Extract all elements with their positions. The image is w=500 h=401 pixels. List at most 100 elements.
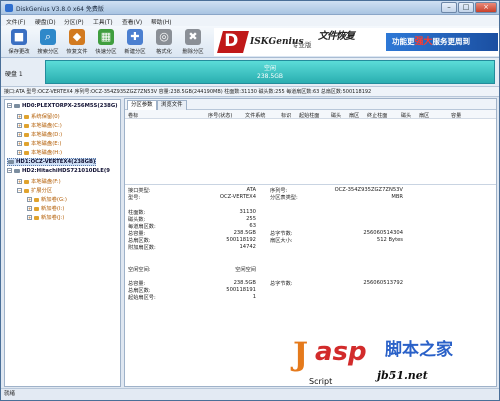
expand-toggle-icon[interactable]: + [17, 141, 22, 146]
app-icon [5, 4, 13, 12]
serial-label: 序列号: [270, 188, 288, 194]
expand-toggle-icon[interactable]: + [17, 132, 22, 137]
sectors-per-track-label: 每道扇区数: [128, 224, 156, 230]
expand-toggle-icon[interactable]: + [27, 206, 32, 211]
collapse-toggle-icon[interactable]: − [7, 168, 12, 173]
partition-icon [24, 150, 29, 155]
col-id[interactable]: 标识 [281, 112, 291, 119]
tree-partition[interactable]: + 新加卷(I:) [27, 204, 64, 212]
col-file-system[interactable]: 文件系统 [245, 112, 265, 119]
disk-icon [8, 159, 14, 164]
menu-view[interactable]: 查看(V) [122, 17, 142, 26]
partition-icon [24, 179, 29, 184]
free-capacity-label: 总容量: [128, 281, 146, 287]
disk-map: 硬盘 1 空闲 238.5GB [1, 58, 499, 87]
tree-partition[interactable]: + 系统保留(0) [17, 112, 60, 120]
close-button[interactable]: × [475, 2, 497, 13]
total-sectors-value: 500118192 [226, 237, 256, 243]
tab-bar: 分区参数 浏览文件 [125, 99, 496, 110]
extra-sectors-label: 附加扇区数: [128, 245, 156, 251]
expand-toggle-icon[interactable]: + [27, 215, 32, 220]
watermark-j: J [293, 335, 309, 373]
table-type-label: 分区表类型: [270, 195, 298, 201]
tree-partition[interactable]: + 本地磁盘(E:) [17, 139, 61, 147]
tree-partition[interactable]: + 本地磁盘(F:) [17, 177, 61, 185]
format-button[interactable]: ◎ 格式化 [150, 28, 178, 56]
extra-sectors-value: 14742 [239, 244, 256, 250]
tree-disk-hd0[interactable]: − HD0:PLEXTORPX-256M5S(238G) [7, 103, 118, 109]
tree-disk-hd2[interactable]: − HD2:HitachiHDS721010DLE(9 [7, 168, 110, 174]
menu-partition[interactable]: 分区(P) [64, 17, 84, 26]
tree-disk-hd1[interactable]: HD1:OCZ-VERTEX4(238GB) [7, 158, 97, 166]
col-start-head[interactable]: 磁头 [331, 112, 341, 119]
quick-partition-button[interactable]: ▦ 快速分区 [92, 28, 120, 56]
free-space-block[interactable]: 空闲 238.5GB [45, 60, 495, 84]
delete-partition-button[interactable]: ✖ 删除分区 [179, 28, 207, 56]
heads-label: 磁头数: [128, 217, 146, 223]
new-partition-button[interactable]: ✚ 新建分区 [121, 28, 149, 56]
promo-banner[interactable]: D ISKGenius 专业版 文件恢复 功能更强大服务更周到 [214, 28, 499, 56]
edition-label: 专业版 [292, 41, 312, 49]
maximize-button[interactable]: □ [458, 2, 474, 13]
table-type-value: MBR [391, 194, 403, 200]
col-end-cylinder[interactable]: 终止柱面 [367, 112, 387, 119]
col-index-status[interactable]: 序号(状态) [208, 112, 232, 119]
collapse-toggle-icon[interactable]: − [17, 188, 22, 193]
serial-value: OCZ-354Z935ZGZ7ZN53V [334, 187, 403, 193]
delete-partition-label: 删除分区 [182, 49, 204, 55]
partition-table-header: 卷标 序号(状态) 文件系统 标识 起始柱面 磁头 扇区 终止柱面 磁头 扇区 … [125, 110, 496, 119]
banner-promo: 功能更强大服务更周到 [386, 33, 498, 51]
diskgenius-logo: D [217, 31, 249, 53]
tree-partition[interactable]: + 本地磁盘(C:) [17, 121, 62, 129]
new-partition-icon: ✚ [127, 29, 143, 45]
menu-disk[interactable]: 硬盘(D) [35, 17, 56, 26]
sectors-per-track-value: 63 [249, 223, 256, 229]
model-label: 型号: [128, 195, 141, 201]
partition-icon [34, 206, 39, 211]
tree-partition[interactable]: + 新加卷(J:) [27, 213, 64, 221]
tab-browse-files[interactable]: 浏览文件 [157, 100, 187, 110]
col-end-head[interactable]: 磁头 [401, 112, 411, 119]
expand-toggle-icon[interactable]: + [27, 197, 32, 202]
partition-icon [24, 114, 29, 119]
partition-table-body[interactable] [125, 119, 496, 185]
disk-tree[interactable]: − HD0:PLEXTORPX-256M5S(238G) + 系统保留(0) + 本地… [4, 99, 121, 387]
col-end-sector[interactable]: 扇区 [419, 112, 429, 119]
menu-help[interactable]: 帮助(H) [151, 17, 171, 26]
menu-file[interactable]: 文件(F) [6, 17, 25, 26]
banner-slogan: 文件恢复 [318, 31, 355, 42]
free-space-label: 空闲 [263, 65, 276, 72]
col-start-sector[interactable]: 扇区 [349, 112, 359, 119]
tree-extended-partition[interactable]: − 扩展分区 [17, 186, 52, 194]
expand-toggle-icon[interactable]: + [17, 150, 22, 155]
interface-type-label: 接口类型: [128, 188, 151, 194]
minimize-button[interactable]: – [441, 2, 457, 13]
recover-file-button[interactable]: ◆ 恢复文件 [63, 28, 91, 56]
tree-partition[interactable]: + 本地磁盘(D:) [17, 130, 62, 138]
expand-toggle-icon[interactable]: + [17, 114, 22, 119]
watermark-asp: asp [315, 337, 367, 367]
tree-partition[interactable]: + 本地磁盘(H:) [17, 148, 62, 156]
col-start-cylinder[interactable]: 起始柱面 [299, 112, 319, 119]
sector-size-value: 512 Bytes [376, 237, 403, 243]
free-sectors-label: 总扇区数: [128, 288, 151, 294]
partition-icon [34, 197, 39, 202]
free-bytes-value: 256060513792 [363, 280, 403, 286]
format-icon: ◎ [156, 29, 172, 45]
watermark-cn: 脚本之家 [385, 340, 453, 360]
search-partition-button[interactable]: ⌕ 搜索分区 [34, 28, 62, 56]
expand-toggle-icon[interactable]: + [17, 123, 22, 128]
partition-icon [24, 141, 29, 146]
menu-tools[interactable]: 工具(T) [93, 17, 113, 26]
tree-partition[interactable]: + 新加卷(G:) [27, 195, 67, 203]
sector-size-label: 扇区大小: [270, 238, 293, 244]
partition-icon [24, 123, 29, 128]
window-title: DiskGenius V3.8.0 x64 免费版 [16, 6, 104, 13]
save-changes-button[interactable]: ■ 保存更改 [5, 28, 33, 56]
col-volume-label[interactable]: 卷标 [128, 112, 138, 119]
expand-toggle-icon[interactable]: + [17, 179, 22, 184]
col-capacity[interactable]: 容量 [451, 112, 461, 119]
tab-partition-params[interactable]: 分区参数 [127, 100, 157, 110]
free-space-size: 238.5GB [257, 73, 283, 80]
collapse-toggle-icon[interactable]: − [7, 103, 12, 108]
